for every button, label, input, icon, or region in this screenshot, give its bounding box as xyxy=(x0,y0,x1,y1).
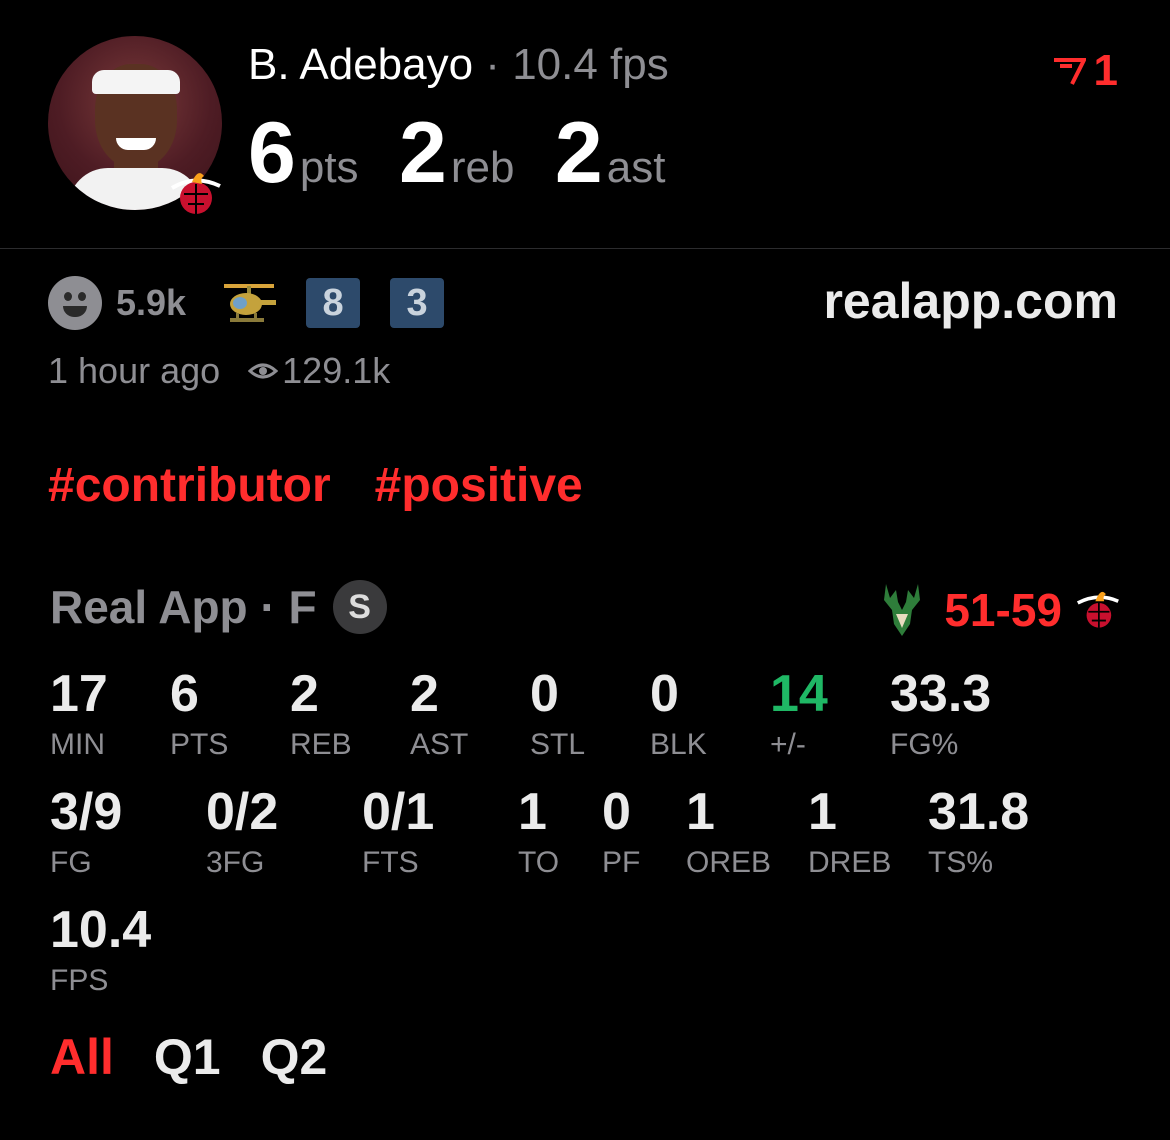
bucks-logo-icon xyxy=(884,584,921,636)
view-count: 129.1k xyxy=(282,350,391,391)
rank-arrow-icon xyxy=(1053,58,1086,85)
player-name[interactable]: B. Adebayo xyxy=(248,40,473,89)
stat-label: FTS xyxy=(362,846,419,879)
stat-label: REB xyxy=(290,728,352,761)
stat-blk: 0 BLK xyxy=(650,666,707,762)
stat-value: 14 xyxy=(770,665,828,723)
game-score[interactable]: 51-59 xyxy=(880,580,1120,640)
stat-plus-minus: 14 +/- xyxy=(770,666,828,762)
stat-fg: 3/9 FG xyxy=(50,784,122,880)
stat-value: 0 xyxy=(602,783,631,841)
stat-dreb: 1 DREB xyxy=(808,784,891,880)
stat-value: 2 xyxy=(410,665,439,723)
helicopter-icon[interactable] xyxy=(220,278,278,328)
stat-value: 3/9 xyxy=(50,783,123,841)
stat-value: 0/2 xyxy=(206,783,279,841)
site-watermark: realapp.com xyxy=(823,273,1118,329)
stat-label: TO xyxy=(518,846,560,879)
player-fps-summary: 10.4 fps xyxy=(512,40,669,89)
stat-3fg: 0/2 3FG xyxy=(206,784,278,880)
reaction-row: 5.9k 8 3 xyxy=(48,276,445,330)
stat-label: FPS xyxy=(50,964,109,997)
stat-value: 31.8 xyxy=(928,783,1030,841)
stat-ts-pct: 31.8 TS% xyxy=(928,784,1029,880)
headline-reb-value: 2 xyxy=(399,105,447,201)
stat-label: 3FG xyxy=(206,846,265,879)
stat-label: STL xyxy=(530,728,586,761)
stat-value: 6 xyxy=(170,665,199,723)
heat-logo-icon xyxy=(170,173,221,214)
stat-to: 1 TO xyxy=(518,784,559,880)
smiley-icon[interactable] xyxy=(48,276,102,330)
headline-pts-label: pts xyxy=(299,143,359,192)
stat-stl: 0 STL xyxy=(530,666,585,762)
reaction-count: 5.9k xyxy=(116,282,187,323)
tag-positive[interactable]: #positive xyxy=(375,459,583,512)
headline-ast-value: 2 xyxy=(554,105,603,201)
stat-label: MIN xyxy=(50,728,105,761)
status-badge[interactable]: S xyxy=(332,580,387,634)
score-value: 51-59 xyxy=(944,584,1062,636)
count-badge-8[interactable]: 8 xyxy=(306,278,361,328)
stat-value: 10.4 xyxy=(50,901,152,959)
game-header: Real App · F S xyxy=(50,580,387,634)
headline-ast-label: ast xyxy=(606,143,666,192)
tab-q1[interactable]: Q1 xyxy=(154,1028,221,1086)
stat-value: 1 xyxy=(686,783,715,841)
avatar-headband xyxy=(92,70,180,94)
headline-reb-label: reb xyxy=(450,143,515,192)
stat-label: BLK xyxy=(650,728,707,761)
game-label: Real App · F xyxy=(50,581,317,633)
stat-label: FG xyxy=(50,846,92,879)
eye-icon xyxy=(248,363,279,379)
stat-min: 17 MIN xyxy=(50,666,108,762)
stat-ast: 2 AST xyxy=(410,666,468,762)
stat-value: 0 xyxy=(650,665,679,723)
tag-contributor[interactable]: #contributor xyxy=(48,459,331,512)
stat-pts: 6 PTS xyxy=(170,666,228,762)
stat-fts: 0/1 FTS xyxy=(362,784,434,880)
stat-label: OREB xyxy=(686,846,772,879)
stat-label: PF xyxy=(602,846,641,879)
stat-value: 0 xyxy=(530,665,559,723)
player-header-line[interactable]: B. Adebayo · 10.4 fps xyxy=(248,40,669,90)
tab-all[interactable]: All xyxy=(50,1028,114,1086)
header-divider xyxy=(0,248,1170,249)
stat-label: PTS xyxy=(170,728,229,761)
stat-label: AST xyxy=(410,728,469,761)
stat-label: +/- xyxy=(770,728,806,761)
count-badge-3[interactable]: 3 xyxy=(390,278,445,328)
stat-label: DREB xyxy=(808,846,892,879)
header-separator: · xyxy=(473,40,513,89)
stat-label: TS% xyxy=(928,846,994,879)
stat-label: FG% xyxy=(890,728,959,761)
stat-value: 1 xyxy=(808,783,837,841)
stat-value: 0/1 xyxy=(362,783,435,841)
avatar-smile xyxy=(116,138,156,150)
rank-indicator[interactable]: 1 xyxy=(1052,46,1118,96)
headline-stats: 6pts 2reb 2ast xyxy=(248,104,701,203)
stat-pf: 0 PF xyxy=(602,784,640,880)
stat-reb: 2 REB xyxy=(290,666,352,762)
stat-value: 1 xyxy=(518,783,547,841)
time-ago: 1 hour ago xyxy=(48,350,221,391)
period-tabs: All Q1 Q2 xyxy=(50,1028,327,1086)
tab-q2[interactable]: Q2 xyxy=(261,1028,328,1086)
stat-oreb: 1 OREB xyxy=(686,784,771,880)
heat-logo-icon xyxy=(1076,591,1119,628)
stat-value: 2 xyxy=(290,665,319,723)
headline-pts-value: 6 xyxy=(248,105,296,201)
stat-fg-pct: 33.3 FG% xyxy=(890,666,991,762)
rank-value: 1 xyxy=(1093,46,1118,95)
post-meta: 1 hour ago 129.1k xyxy=(48,350,390,392)
stat-fps: 10.4 FPS xyxy=(50,902,151,998)
stat-value: 17 xyxy=(50,665,108,723)
stat-value: 33.3 xyxy=(890,665,992,723)
tag-list: #contributor #positive xyxy=(48,458,583,513)
